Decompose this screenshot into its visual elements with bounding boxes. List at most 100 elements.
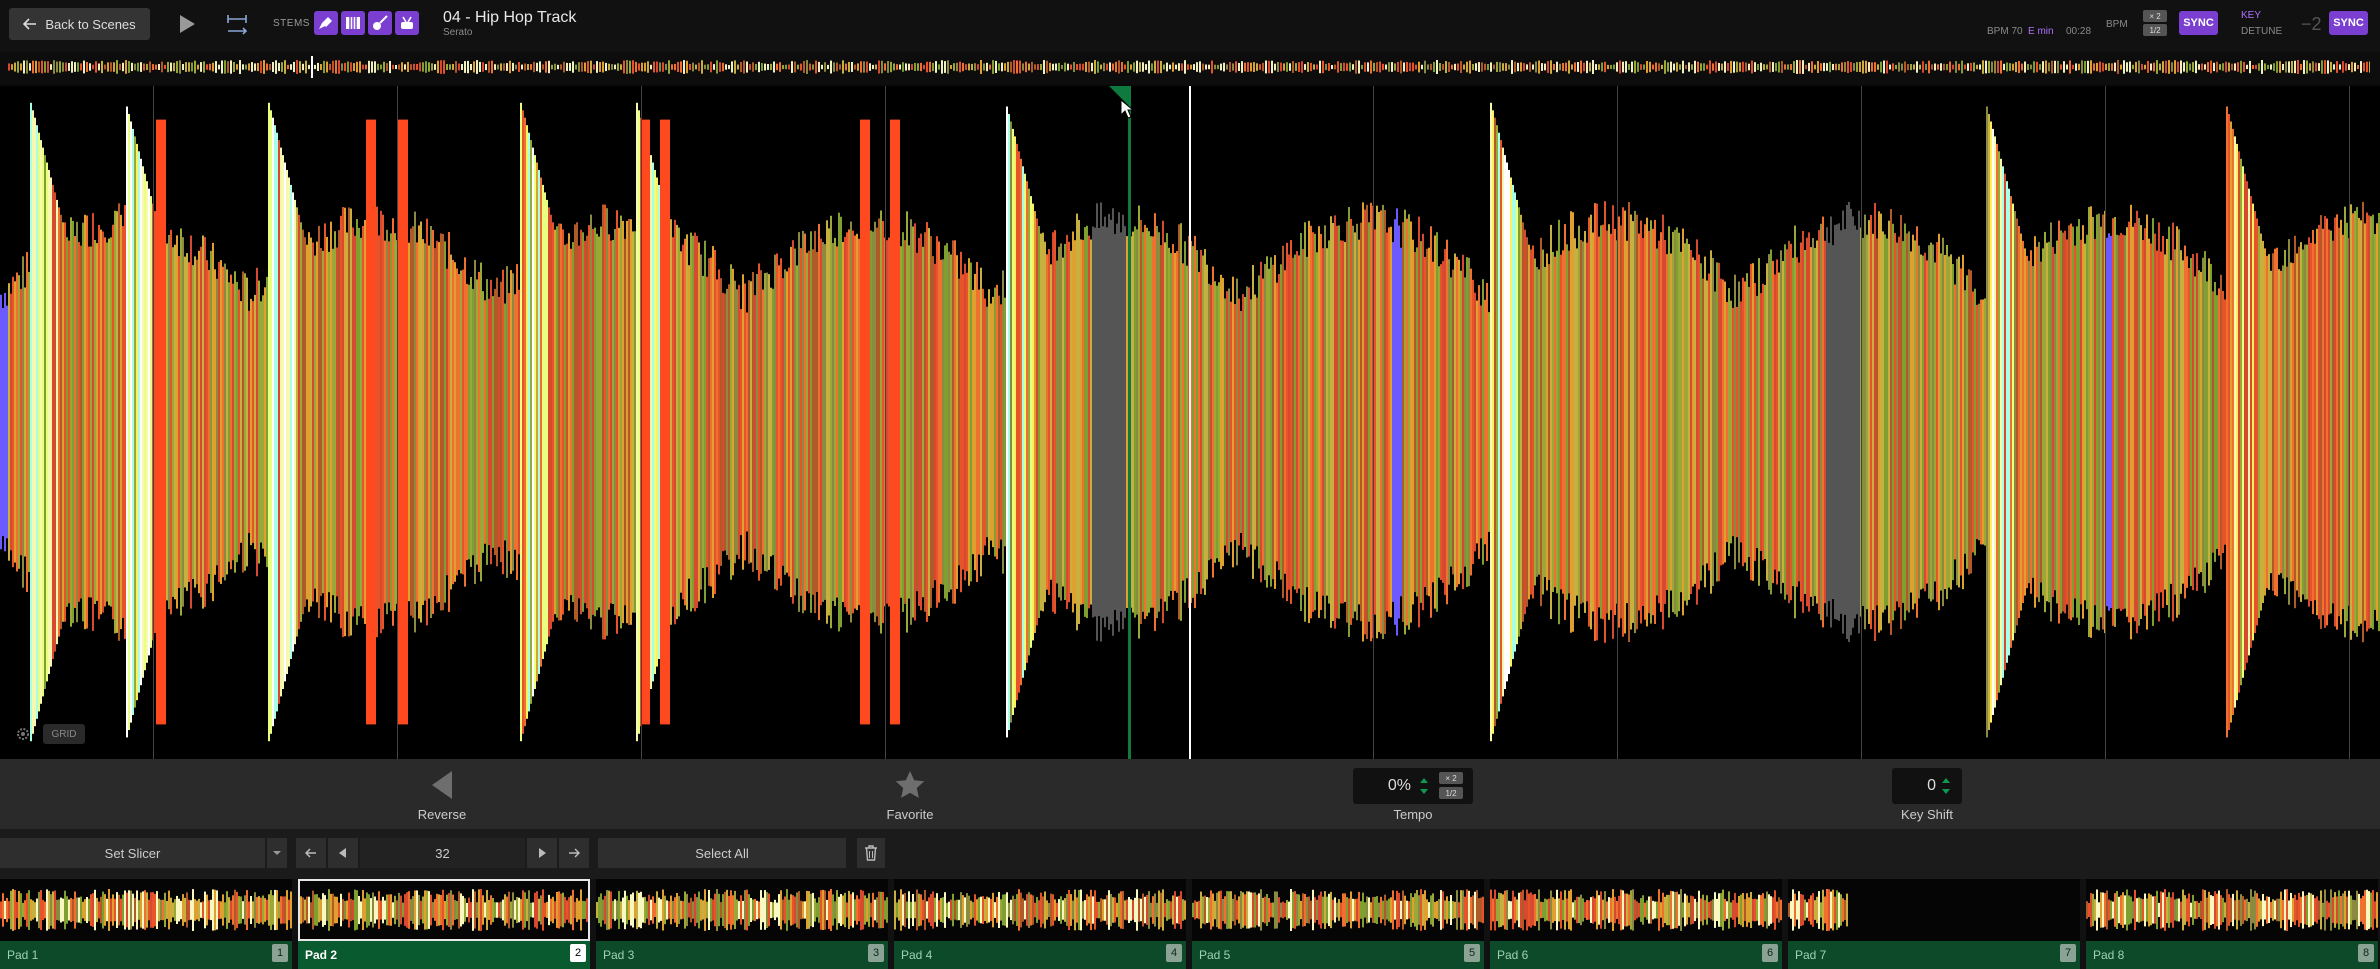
slice-prev-button[interactable] [328, 838, 358, 868]
pad-label: Pad 5 [1199, 948, 1231, 962]
pad-number-badge: 1 [272, 944, 288, 962]
pad-number-badge: 8 [2358, 944, 2374, 962]
pad-number-badge: 6 [1762, 944, 1778, 962]
pad-8[interactable]: Pad 8 8 [2086, 879, 2378, 969]
favorite-label: Favorite [886, 807, 934, 822]
bpm-sync-button[interactable]: SYNC [2179, 11, 2218, 35]
pad-footer [894, 941, 1186, 969]
arrow-right-icon [568, 848, 580, 858]
key-sync-button[interactable]: SYNC [2329, 11, 2368, 35]
pad-waveform [596, 879, 888, 941]
pad-waveform [2086, 879, 2378, 941]
pad-7[interactable]: Pad 7 7 [1788, 879, 2080, 969]
key-shift-field[interactable]: 0 [1892, 768, 1962, 804]
bpm-double-button[interactable]: × 2 [2143, 10, 2167, 22]
piano-keys-icon [345, 15, 361, 31]
pad-6[interactable]: Pad 6 6 [1490, 879, 1782, 969]
quantize-icon [226, 13, 248, 37]
time-readout: 00:28 [2066, 26, 2092, 37]
stepper-arrows-icon[interactable] [1941, 776, 1951, 796]
quantize-button[interactable] [222, 10, 252, 40]
pad-footer [298, 941, 590, 969]
trash-icon [864, 845, 878, 861]
pad-footer [0, 941, 292, 969]
pad-footer [1490, 941, 1782, 969]
bpm-label: BPM [2106, 19, 2128, 30]
stem-drums-button[interactable] [395, 11, 419, 35]
cue-marker[interactable] [1128, 86, 1131, 759]
back-to-scenes-button[interactable]: Back to Scenes [9, 8, 150, 40]
reverse-button[interactable] [425, 768, 459, 802]
grid-button[interactable]: GRID [43, 724, 85, 744]
pad-waveform [1490, 879, 1782, 941]
pad-1[interactable]: Pad 1 1 [0, 879, 292, 969]
slicer-dropdown-toggle[interactable] [267, 838, 287, 868]
overview-waveform[interactable] [8, 60, 2370, 74]
stems-label: STEMS [273, 18, 310, 29]
track-title: 04 - Hip Hop Track [443, 9, 577, 26]
pad-waveform [0, 879, 292, 941]
pad-footer [596, 941, 888, 969]
pad-number-badge: 2 [570, 944, 586, 962]
pad-footer [1788, 941, 2080, 969]
stem-melody-button[interactable] [341, 11, 365, 35]
pad-waveform [894, 879, 1186, 941]
arrow-left-icon [23, 18, 37, 30]
pad-4[interactable]: Pad 4 4 [894, 879, 1186, 969]
pad-2[interactable]: Pad 2 2 [298, 879, 590, 969]
play-icon [178, 14, 196, 34]
pad-5[interactable]: Pad 5 5 [1192, 879, 1484, 969]
key-readout: E min [2028, 26, 2054, 37]
controls-panel [0, 759, 2380, 829]
overview-playhead[interactable] [311, 56, 313, 78]
guitar-icon [372, 15, 388, 31]
pad-waveform [298, 879, 590, 941]
favorite-button[interactable] [893, 768, 927, 802]
pad-label: Pad 6 [1497, 948, 1529, 962]
delete-button[interactable] [857, 838, 885, 868]
pad-label: Pad 7 [1795, 948, 1827, 962]
pad-footer [2086, 941, 2378, 969]
pad-footer [1192, 941, 1484, 969]
pad-label: Pad 1 [7, 948, 39, 962]
pad-number-badge: 7 [2060, 944, 2076, 962]
stem-vocal-button[interactable] [314, 11, 338, 35]
bpm-half-button[interactable]: 1/2 [2143, 24, 2167, 36]
slice-last-button[interactable] [559, 838, 589, 868]
pad-3[interactable]: Pad 3 3 [596, 879, 888, 969]
settings-button[interactable] [12, 724, 34, 744]
triangle-left-icon [339, 848, 347, 858]
gear-icon [16, 727, 30, 741]
detune-label: DETUNE [2241, 26, 2283, 37]
play-button[interactable] [172, 10, 202, 38]
slice-first-button[interactable] [296, 838, 326, 868]
drums-icon [399, 15, 415, 31]
key-shift-label: Key Shift [1900, 807, 1954, 822]
key-shift-value: 0 [1927, 777, 1936, 794]
vocal-mic-icon [318, 15, 334, 31]
select-all-button[interactable]: Select All [598, 838, 846, 868]
tempo-double-button[interactable]: × 2 [1439, 772, 1463, 784]
arrow-left-icon [305, 848, 317, 858]
star-icon [895, 770, 925, 800]
reverse-label: Reverse [417, 807, 467, 822]
tempo-half-button[interactable]: 1/2 [1439, 787, 1463, 799]
slice-next-button[interactable] [527, 838, 557, 868]
tempo-field[interactable]: 0% × 2 1/2 [1353, 768, 1473, 804]
tempo-label: Tempo [1393, 807, 1433, 822]
pad-label: Pad 3 [603, 948, 635, 962]
stem-bass-button[interactable] [368, 11, 392, 35]
pad-label: Pad 8 [2093, 948, 2125, 962]
playhead [1189, 86, 1191, 759]
set-slicer-dropdown[interactable]: Set Slicer [0, 838, 265, 868]
pad-waveform [1192, 879, 1484, 941]
bpm-readout: BPM 70 [1987, 26, 2023, 37]
pad-number-badge: 3 [868, 944, 884, 962]
pad-label: Pad 2 [305, 948, 338, 962]
triangle-left-icon [430, 770, 454, 800]
back-label: Back to Scenes [45, 16, 136, 32]
pad-label: Pad 4 [901, 948, 933, 962]
track-artist: Serato [443, 27, 473, 38]
triangle-right-icon [538, 848, 546, 858]
stepper-arrows-icon[interactable] [1419, 776, 1429, 796]
